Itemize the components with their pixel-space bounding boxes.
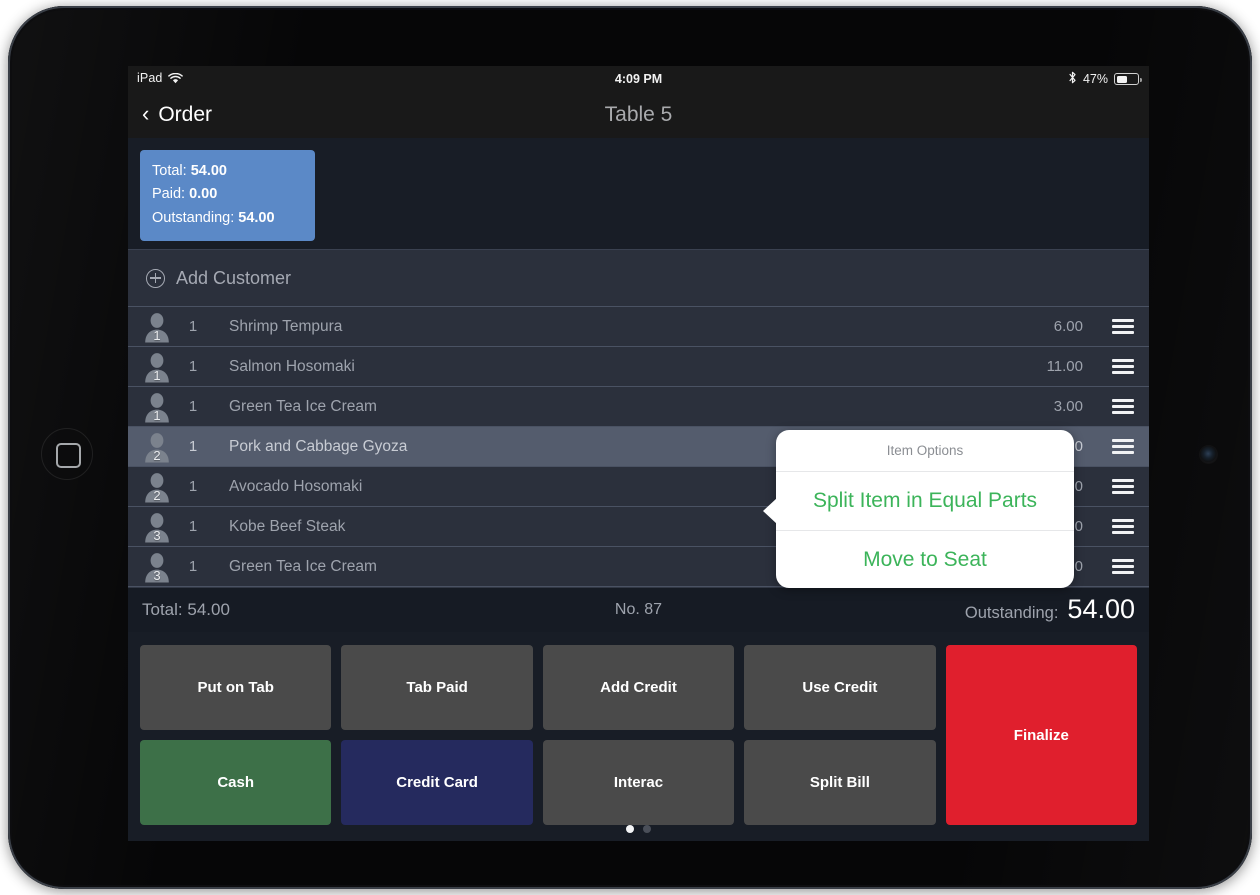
seat-avatar: 2 bbox=[142, 431, 172, 463]
page-dot[interactable] bbox=[643, 825, 651, 833]
seat-avatar: 1 bbox=[142, 391, 172, 423]
summary-paid-label: Paid: bbox=[152, 186, 186, 203]
home-button[interactable] bbox=[41, 428, 93, 480]
payment-button-label: Add Credit bbox=[600, 679, 677, 696]
battery-icon bbox=[1114, 73, 1142, 85]
order-summary-card[interactable]: Total: 54.00 Paid: 0.00 Outstanding: 54.… bbox=[140, 150, 315, 242]
seat-avatar: 2 bbox=[142, 471, 172, 503]
summary-total-value: 54.00 bbox=[190, 163, 227, 179]
plus-circle-icon bbox=[146, 268, 165, 288]
item-quantity: 1 bbox=[188, 398, 198, 415]
interac-button[interactable]: Interac bbox=[542, 740, 735, 825]
finalize-button[interactable]: Finalize bbox=[945, 645, 1137, 825]
page-dot[interactable] bbox=[626, 825, 634, 833]
battery-percent: 47% bbox=[1082, 72, 1108, 86]
summary-total-label: Total: bbox=[152, 163, 187, 179]
cash-button[interactable]: Cash bbox=[140, 740, 332, 825]
item-quantity: 1 bbox=[188, 438, 198, 455]
seat-number: 1 bbox=[153, 327, 161, 343]
summary-card-area: Total: 54.00 Paid: 0.00 Outstanding: 54.… bbox=[128, 138, 1149, 249]
credit-card-button[interactable]: Credit Card bbox=[341, 740, 533, 825]
payment-button-label: Split Bill bbox=[809, 774, 870, 791]
put-on-tab-button[interactable]: Put on Tab bbox=[140, 645, 332, 730]
hamburger-icon[interactable] bbox=[1097, 359, 1149, 374]
payment-button-label: Put on Tab bbox=[197, 679, 274, 696]
summary-paid-line: Paid: 0.00 bbox=[152, 183, 303, 206]
bottom-totals-bar: Total: 54.00 No. 87 Outstanding: 54.00 bbox=[128, 587, 1149, 632]
status-bar: iPad 4:09 PM 47% bbox=[128, 66, 1149, 92]
payment-button-label: Cash bbox=[217, 774, 255, 791]
ipad-screen: iPad 4:09 PM 47% ‹ Order Table 5 Total: … bbox=[128, 66, 1149, 841]
item-quantity: 1 bbox=[188, 518, 198, 535]
hamburger-icon[interactable] bbox=[1097, 559, 1149, 574]
seat-number: 2 bbox=[153, 487, 161, 503]
summary-paid-value: 0.00 bbox=[189, 186, 218, 203]
use-credit-button[interactable]: Use Credit bbox=[744, 645, 936, 730]
popover-arrow bbox=[763, 498, 777, 524]
item-quantity: 1 bbox=[188, 478, 198, 495]
item-quantity: 1 bbox=[188, 358, 198, 375]
status-bar-right: 47% bbox=[1068, 71, 1142, 87]
payment-actions-panel: Put on Tab Tab Paid Add Credit Use Credit Fi… bbox=[128, 632, 1149, 839]
seat-number: 2 bbox=[153, 447, 161, 463]
popover-options-list: Split Item in Equal Parts Move to Seat bbox=[776, 472, 1074, 588]
seat-number: 1 bbox=[153, 367, 161, 383]
item-price: 3.00 bbox=[1053, 398, 1083, 415]
order-item-row[interactable]: 1 1 Shrimp Tempura 6.00 bbox=[128, 307, 1149, 347]
seat-avatar: 1 bbox=[142, 351, 172, 383]
hamburger-icon[interactable] bbox=[1097, 319, 1149, 334]
payment-button-grid: Put on Tab Tab Paid Add Credit Use Credit Fi… bbox=[140, 645, 1137, 825]
tab-paid-button[interactable]: Tab Paid bbox=[341, 645, 533, 730]
payment-button-label: Interac bbox=[613, 774, 664, 791]
item-price: 11.00 bbox=[1046, 358, 1083, 375]
summary-outstanding-line: Outstanding: 54.00 bbox=[152, 207, 303, 230]
seat-number: 3 bbox=[153, 567, 161, 583]
popover-title: Item Options bbox=[776, 430, 1074, 472]
navigation-bar: ‹ Order Table 5 bbox=[128, 92, 1149, 138]
item-price: 6.00 bbox=[1053, 318, 1083, 335]
ipad-device-frame: iPad 4:09 PM 47% ‹ Order Table 5 Total: … bbox=[8, 6, 1252, 889]
popover-option[interactable]: Split Item in Equal Parts bbox=[776, 472, 1074, 530]
page-indicator[interactable] bbox=[128, 825, 1149, 833]
seat-number: 3 bbox=[153, 527, 161, 543]
hamburger-icon[interactable] bbox=[1097, 519, 1149, 534]
bottom-outstanding: Outstanding: 54.00 bbox=[965, 594, 1135, 625]
seat-avatar: 1 bbox=[142, 311, 172, 343]
summary-total-line: Total: 54.00 bbox=[152, 160, 303, 183]
summary-outstanding-value: 54.00 bbox=[238, 209, 275, 226]
hamburger-icon[interactable] bbox=[1097, 439, 1149, 454]
seat-avatar: 3 bbox=[142, 551, 172, 583]
status-bar-time: 4:09 PM bbox=[614, 72, 663, 86]
seat-avatar: 3 bbox=[142, 511, 172, 543]
add-credit-button[interactable]: Add Credit bbox=[542, 645, 735, 730]
item-name: Green Tea Ice Cream bbox=[229, 397, 377, 415]
order-item-row[interactable]: 1 1 Green Tea Ice Cream 3.00 bbox=[128, 387, 1149, 427]
page-title: Table 5 bbox=[604, 103, 673, 126]
summary-outstanding-label: Outstanding: bbox=[152, 209, 235, 226]
front-camera-icon bbox=[1200, 446, 1217, 463]
item-options-popover[interactable]: Item Options Split Item in Equal Parts Mo… bbox=[763, 430, 1074, 588]
item-quantity: 1 bbox=[188, 558, 198, 575]
order-item-row[interactable]: 1 1 Salmon Hosomaki 11.00 bbox=[128, 347, 1149, 387]
hamburger-icon[interactable] bbox=[1097, 479, 1149, 494]
hamburger-icon[interactable] bbox=[1097, 399, 1149, 414]
bottom-outstanding-label: Outstanding: bbox=[964, 604, 1059, 622]
item-name: Salmon Hosomaki bbox=[229, 357, 355, 375]
payment-button-label: Finalize bbox=[1013, 726, 1069, 744]
bluetooth-icon bbox=[1068, 71, 1077, 87]
item-quantity: 1 bbox=[188, 318, 198, 335]
split-bill-button[interactable]: Split Bill bbox=[744, 740, 936, 825]
seat-number: 1 bbox=[153, 407, 161, 423]
payment-button-label: Use Credit bbox=[802, 679, 878, 696]
bottom-outstanding-value: 54.00 bbox=[1067, 594, 1135, 624]
add-customer-button[interactable]: Add Customer bbox=[128, 249, 1149, 307]
popover-option[interactable]: Move to Seat bbox=[776, 530, 1074, 588]
item-name: Shrimp Tempura bbox=[229, 317, 343, 335]
payment-button-label: Tab Paid bbox=[406, 679, 468, 696]
payment-button-label: Credit Card bbox=[396, 774, 478, 791]
add-customer-label: Add Customer bbox=[176, 267, 292, 288]
